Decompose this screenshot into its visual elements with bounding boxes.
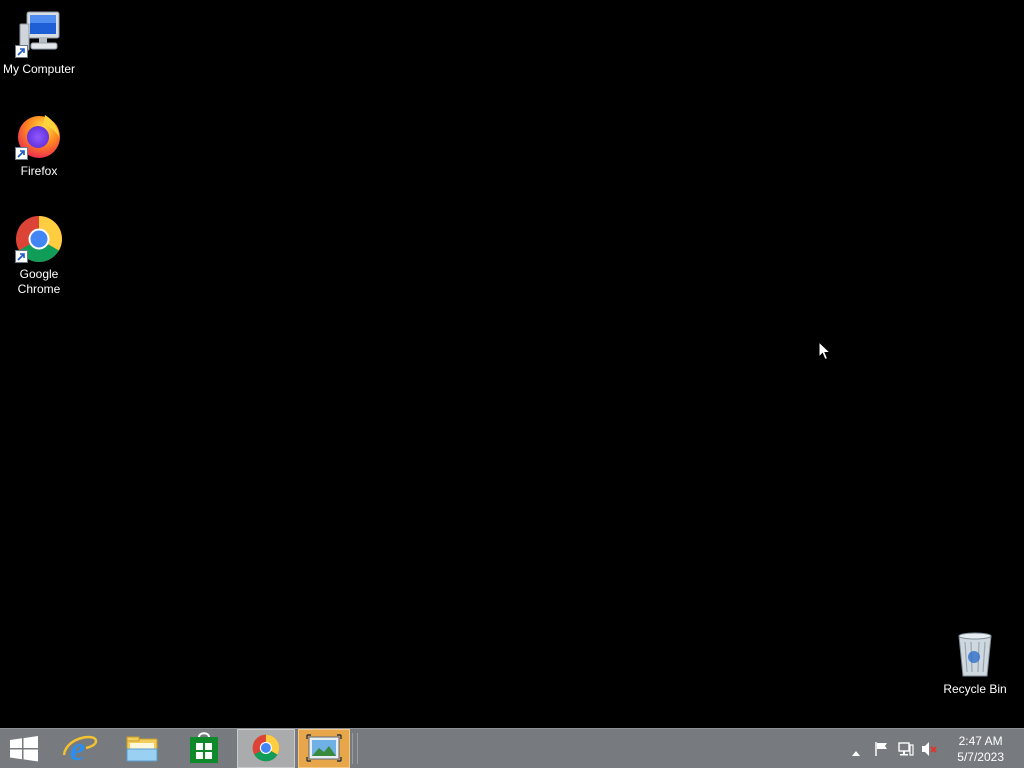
start-button[interactable] [0, 729, 48, 768]
clock-time: 2:47 AM [958, 734, 1003, 748]
desktop-icon-firefox[interactable]: Firefox [0, 112, 78, 179]
taskbar-divider [352, 733, 358, 764]
mouse-cursor-icon [818, 340, 832, 366]
desktop-icon-recycle-bin[interactable]: Recycle Bin [936, 630, 1014, 697]
network-icon [898, 742, 914, 761]
taskbar-file-explorer[interactable] [113, 729, 171, 768]
desktop: My Computer Firefox Google Chrome Recycl… [0, 0, 1024, 728]
taskbar-google-chrome[interactable] [237, 729, 295, 768]
action-center-flag-icon [874, 742, 890, 761]
desktop-icon-my-computer[interactable]: My Computer [0, 10, 78, 77]
shortcut-arrow-icon [15, 45, 28, 58]
firefox-icon [15, 112, 63, 160]
taskbar: e 2:47 AM 5/7/2023 [0, 728, 1024, 768]
desktop-icon-google-chrome[interactable]: Google Chrome [0, 215, 78, 297]
clock[interactable]: 2:47 AM 5/7/2023 [957, 733, 1004, 765]
recycle-bin-icon [951, 630, 999, 678]
shortcut-arrow-icon [15, 147, 28, 160]
desktop-icon-label: Google Chrome [17, 267, 61, 296]
desktop-icon-label: My Computer [2, 62, 76, 76]
show-hidden-icons-icon [851, 744, 861, 761]
taskbar-image-viewer[interactable] [298, 729, 350, 768]
action-center-button[interactable] [874, 741, 890, 762]
shortcut-arrow-icon [15, 250, 28, 263]
clock-date: 5/7/2023 [957, 750, 1004, 764]
chrome-icon [15, 215, 63, 263]
volume-muted-icon [921, 742, 939, 761]
taskbar-store[interactable] [175, 729, 233, 768]
show-hidden-icons-button[interactable] [851, 744, 861, 762]
desktop-icon-label: Recycle Bin [943, 682, 1007, 696]
computer-icon [15, 10, 63, 58]
desktop-icon-label: Firefox [20, 164, 58, 178]
network-button[interactable] [898, 741, 914, 762]
taskbar-internet-explorer[interactable]: e [52, 729, 110, 768]
volume-button[interactable] [921, 741, 939, 762]
